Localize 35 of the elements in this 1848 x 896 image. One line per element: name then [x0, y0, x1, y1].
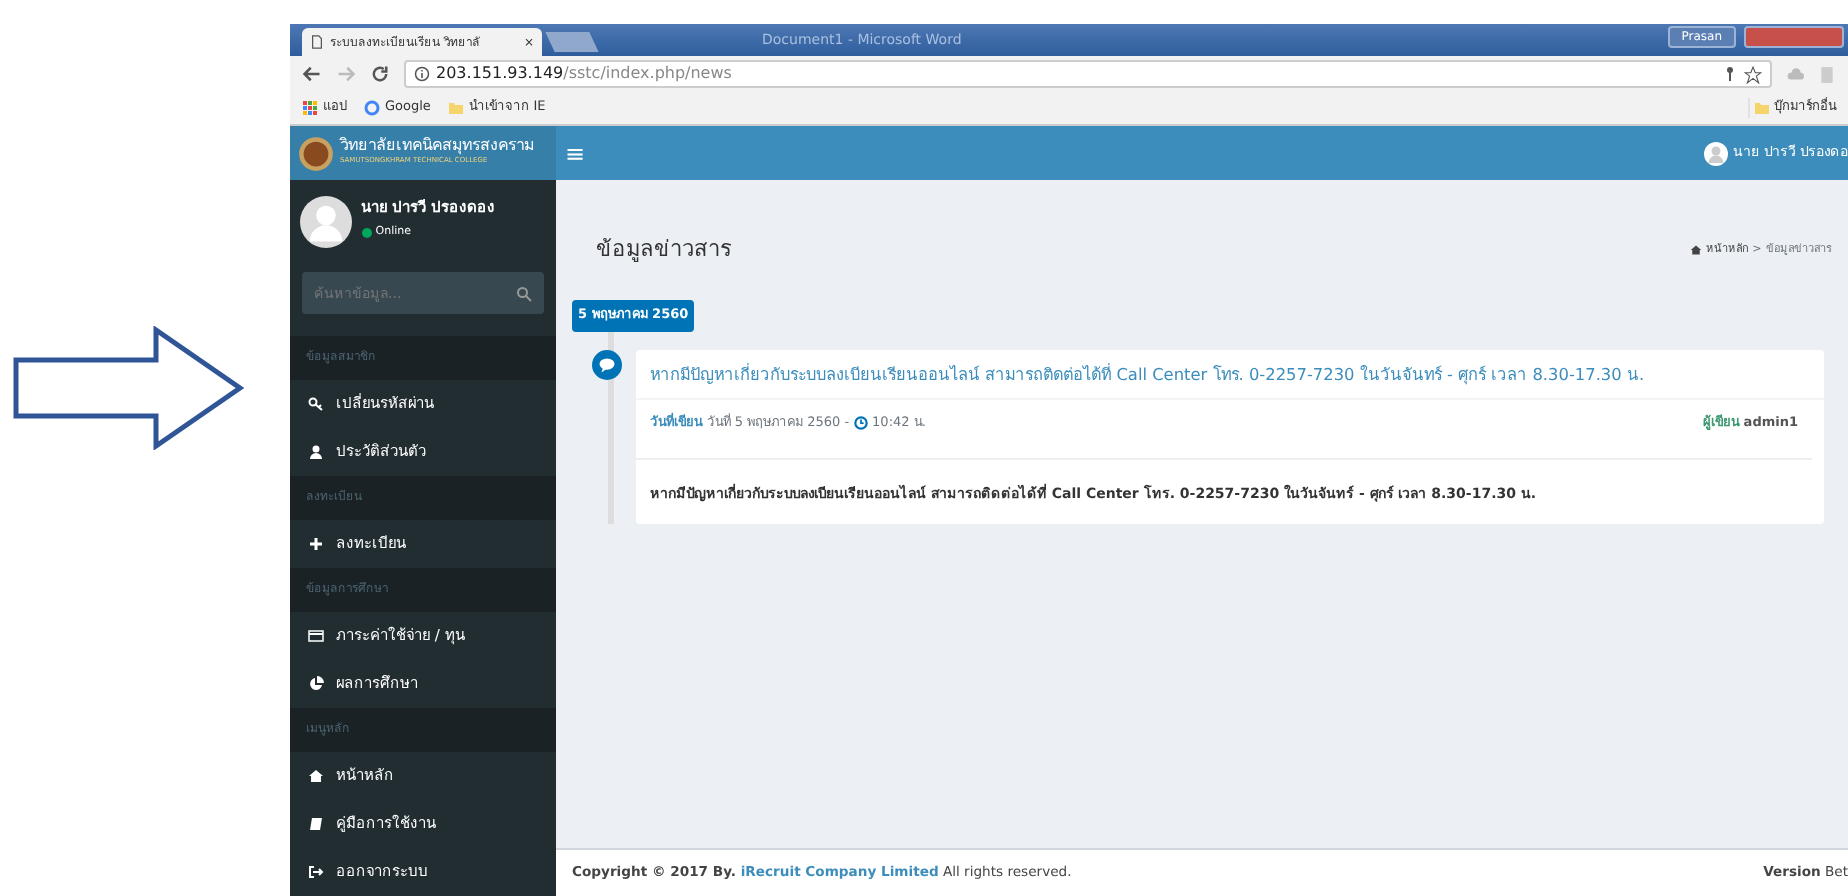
- address-field[interactable]: 203.151.93.149/sstc/index.php/news: [404, 60, 1772, 88]
- forward-icon[interactable]: [336, 64, 356, 84]
- avatar-icon: [300, 196, 352, 248]
- info-icon: [414, 66, 430, 82]
- folder-icon: [448, 100, 465, 116]
- home-icon: [1689, 244, 1702, 256]
- menu-toggle[interactable]: ≡: [565, 135, 1705, 171]
- clock-icon: [853, 416, 868, 431]
- user-icon: [308, 443, 324, 460]
- reload-icon[interactable]: [370, 64, 390, 84]
- star-icon[interactable]: [1744, 65, 1762, 83]
- pie-chart-icon: [308, 675, 324, 692]
- book-icon: [308, 815, 324, 832]
- credit-card-icon: [308, 627, 324, 644]
- sign-out-icon: [308, 863, 324, 880]
- new-tab-button[interactable]: [545, 32, 599, 52]
- folder-icon: [1753, 100, 1770, 116]
- news-headline[interactable]: หากมีปัญหาเกี่ยวกับระบบลงเบียนเรียนออนไลน์ สามารถติดต่อได้ที่ Call Center โทร. 0-2257-7230 ในวันจันทร์ - ศุกร์ เวลา 8.30-17.30 น.: [636, 349, 1824, 401]
- apps-icon: [302, 100, 318, 116]
- document-icon[interactable]: [1818, 65, 1836, 83]
- search-icon[interactable]: [516, 285, 532, 301]
- status-dot: [361, 227, 371, 238]
- plus-icon: [308, 535, 324, 552]
- back-icon[interactable]: [302, 64, 322, 84]
- right-arrow-icon: [12, 326, 244, 450]
- page-icon: [310, 34, 324, 50]
- cloud-icon[interactable]: [1786, 65, 1804, 83]
- window-controls[interactable]: [1744, 26, 1844, 48]
- home-icon: [308, 767, 324, 784]
- comment-icon: [592, 349, 622, 380]
- url-text: 203.151.93.149/sstc/index.php/news: [436, 62, 734, 86]
- page-title: ข้อมูลข่าวสาร: [596, 233, 732, 266]
- emblem-icon: [298, 135, 334, 171]
- avatar-icon: [1704, 141, 1729, 165]
- logo-title: วิทยาลัยเทคนิคสมุทรสงคราม: [340, 138, 534, 156]
